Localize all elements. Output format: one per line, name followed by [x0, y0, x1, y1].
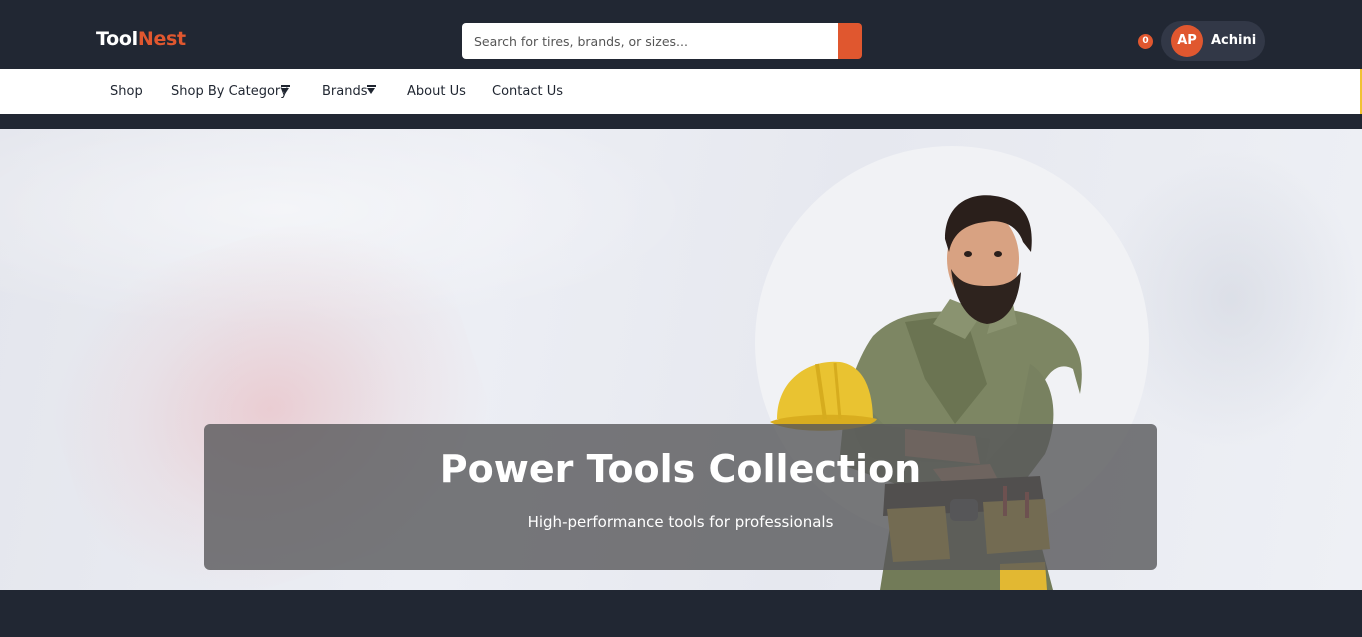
nav-shop[interactable]: Shop	[110, 69, 143, 114]
top-header: ToolNest 0 AP Achini	[0, 0, 1362, 69]
nav-contact-us[interactable]: Contact Us	[492, 69, 563, 114]
hero-title: Power Tools Collection	[439, 447, 922, 491]
cart-count-badge[interactable]: 0	[1138, 34, 1153, 49]
logo-text-tool: Tool	[96, 28, 138, 50]
search-bar	[462, 23, 862, 59]
section-footer-band	[0, 590, 1362, 637]
nav-shop-by-category[interactable]: Shop By Category	[171, 69, 288, 114]
hero-caption-panel: Power Tools Collection High-performance …	[204, 424, 1157, 570]
hero-banner: Power Tools Collection High-performance …	[0, 129, 1362, 590]
user-name: Achini	[1211, 33, 1257, 48]
search-button[interactable]	[838, 23, 862, 59]
nav-about-us[interactable]: About Us	[407, 69, 466, 114]
avatar: AP	[1171, 25, 1203, 57]
nav-brands[interactable]: Brands	[322, 69, 368, 114]
hero-subtitle: High-performance tools for professionals	[527, 513, 834, 531]
site-logo[interactable]: ToolNest	[96, 30, 186, 49]
logo-text-nest: Nest	[137, 28, 186, 50]
search-input[interactable]	[462, 23, 838, 59]
user-menu[interactable]: AP Achini	[1161, 21, 1265, 61]
main-nav: Shop Shop By Category Brands About Us Co…	[0, 69, 1362, 114]
